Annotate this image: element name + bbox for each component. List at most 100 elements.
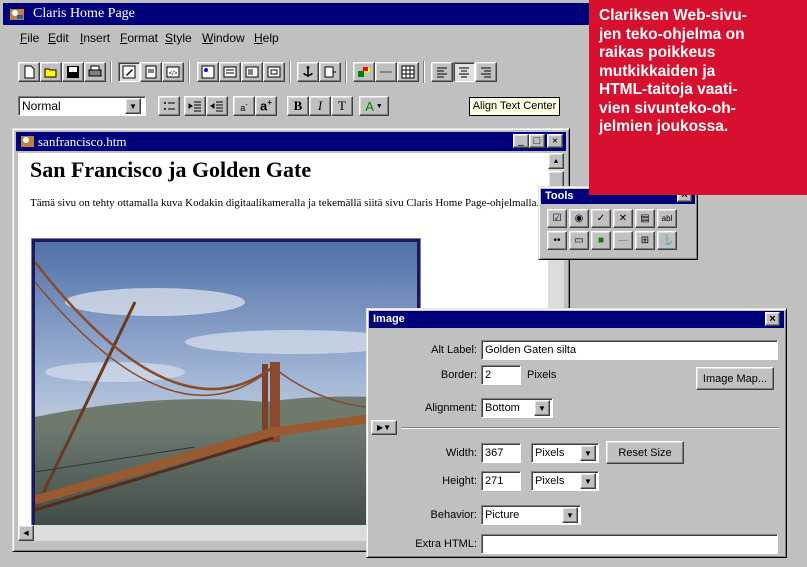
menu-format[interactable]: Format — [120, 27, 158, 49]
new-document-button[interactable] — [18, 62, 40, 82]
menu-window[interactable]: Window — [202, 27, 245, 49]
reset-size-button[interactable]: Reset Size — [606, 441, 684, 464]
html-tag-icon: </> — [166, 66, 180, 78]
horizontal-rule-icon — [380, 71, 392, 73]
checkbox-tool[interactable]: ☑ — [547, 209, 567, 228]
chevron-down-icon[interactable]: ▼ — [125, 98, 141, 114]
anchor-icon: ⚓ — [660, 235, 674, 246]
password-tool[interactable]: •• — [547, 231, 567, 250]
document-icon — [21, 136, 34, 147]
align-center-button[interactable] — [453, 62, 475, 82]
text-field-icon: abl — [661, 214, 673, 223]
bullet-list-icon — [164, 102, 175, 110]
new-document-icon — [24, 65, 35, 79]
golden-gate-bridge-image — [35, 242, 417, 534]
golden-gate-photo[interactable] — [31, 238, 421, 538]
anchor-tool[interactable]: ⚓ — [657, 231, 677, 250]
width-input[interactable]: 367 — [481, 443, 521, 463]
preview-mode-button[interactable] — [140, 62, 162, 82]
image-dialog-title-bar[interactable]: Image × — [369, 311, 784, 328]
object-icon — [358, 67, 370, 77]
decrease-font-icon: a- — [240, 99, 248, 113]
printer-icon — [88, 65, 102, 77]
menu-insert[interactable]: Insert — [80, 27, 110, 49]
rule-tool[interactable]: — — [613, 231, 633, 250]
insert-object-button[interactable] — [353, 62, 375, 82]
box-icon — [267, 66, 281, 78]
extra-html-input[interactable] — [481, 534, 778, 554]
chevron-down-icon[interactable]: ▼ — [562, 507, 578, 523]
insert-frame-button[interactable] — [241, 62, 263, 82]
italic-button[interactable]: I — [309, 96, 331, 116]
menu-style[interactable]: Style — [165, 27, 192, 49]
align-right-button[interactable] — [475, 62, 497, 82]
html-source-button[interactable]: </> — [162, 62, 184, 82]
edit-mode-button[interactable] — [118, 62, 140, 82]
toolbar-divider — [345, 61, 347, 83]
chevron-down-icon[interactable]: ▼ — [534, 400, 550, 416]
decrease-font-button[interactable]: a- — [233, 96, 255, 116]
anchor-button[interactable] — [297, 62, 319, 82]
close-button[interactable]: × — [547, 134, 563, 148]
document-title-bar[interactable]: sanfrancisco.htm _ □ × — [16, 132, 566, 151]
chevron-down-icon: ▼ — [375, 102, 383, 110]
image-dialog-title: Image — [373, 313, 405, 325]
maximize-button[interactable]: □ — [529, 134, 545, 148]
border-input[interactable]: 2 — [481, 365, 521, 385]
object-tool[interactable]: ■ — [591, 231, 611, 250]
align-left-button[interactable] — [431, 62, 453, 82]
align-right-icon — [481, 67, 491, 78]
horizontal-rule-button[interactable] — [375, 62, 397, 82]
outdent-button[interactable] — [206, 96, 228, 116]
text-color-button[interactable]: A ▼ — [359, 96, 389, 116]
magazine-caption: Clariksen Web-sivu- jen teko-ohjelma on … — [589, 0, 807, 195]
submit-tool[interactable]: ✓ — [591, 209, 611, 228]
bold-button[interactable]: B — [287, 96, 309, 116]
scroll-up-icon[interactable]: ▲ — [548, 153, 564, 169]
reset-tool[interactable]: ✕ — [613, 209, 633, 228]
document-title: sanfrancisco.htm — [38, 134, 127, 149]
textfield-tool[interactable]: abl — [657, 209, 677, 228]
text-color-label: A — [365, 98, 374, 114]
table-button[interactable] — [397, 62, 419, 82]
insert-image-button[interactable] — [197, 62, 219, 82]
horizontal-rule-icon: — — [618, 235, 628, 246]
scroll-left-icon[interactable]: ◀ — [18, 525, 34, 541]
radio-tool[interactable]: ◉ — [569, 209, 589, 228]
alignment-value: Bottom — [485, 402, 520, 414]
disclosure-toggle[interactable]: ▶▼ — [371, 420, 397, 435]
menu-edit[interactable]: Edit — [48, 27, 69, 49]
disclosure-triangle-icon: ▶▼ — [376, 423, 392, 432]
image-map-button[interactable]: Image Map... — [696, 367, 774, 390]
minimize-button[interactable]: _ — [513, 134, 529, 148]
save-button[interactable] — [62, 62, 84, 82]
menu-file[interactable]: File — [20, 27, 39, 49]
image-dialog-close-button[interactable]: × — [765, 312, 780, 326]
chevron-down-icon[interactable]: ▼ — [580, 473, 596, 489]
print-button[interactable] — [84, 62, 106, 82]
indent-button[interactable] — [184, 96, 206, 116]
alt-label-input[interactable]: Golden Gaten silta — [481, 340, 778, 360]
page-heading: San Francisco ja Golden Gate — [30, 157, 312, 182]
height-input[interactable]: 271 — [481, 471, 521, 491]
menu-help[interactable]: Help — [254, 27, 279, 49]
image-properties-dialog: Image × Alt Label: Golden Gaten silta Bo… — [366, 308, 787, 558]
image-icon — [201, 65, 215, 79]
outdent-icon — [210, 101, 223, 112]
svg-text:</>: </> — [169, 71, 178, 77]
chevron-down-icon[interactable]: ▼ — [580, 445, 596, 461]
popup-menu-tool[interactable]: ▭ — [569, 231, 589, 250]
save-disk-icon — [67, 66, 79, 78]
textarea-tool[interactable]: ▤ — [635, 209, 655, 228]
table-tool[interactable]: ⊞ — [635, 231, 655, 250]
object-shapes-icon: ■ — [597, 235, 605, 246]
increase-font-button[interactable]: a+ — [255, 96, 277, 116]
bullet-list-button[interactable] — [158, 96, 180, 116]
insert-table-button[interactable] — [219, 62, 241, 82]
open-button[interactable] — [40, 62, 62, 82]
insert-box-button[interactable] — [263, 62, 285, 82]
link-button[interactable] — [319, 62, 341, 82]
plain-text-button[interactable]: T — [331, 96, 353, 116]
height-unit-value: Pixels — [535, 475, 565, 487]
table-icon: ⊞ — [640, 235, 650, 246]
